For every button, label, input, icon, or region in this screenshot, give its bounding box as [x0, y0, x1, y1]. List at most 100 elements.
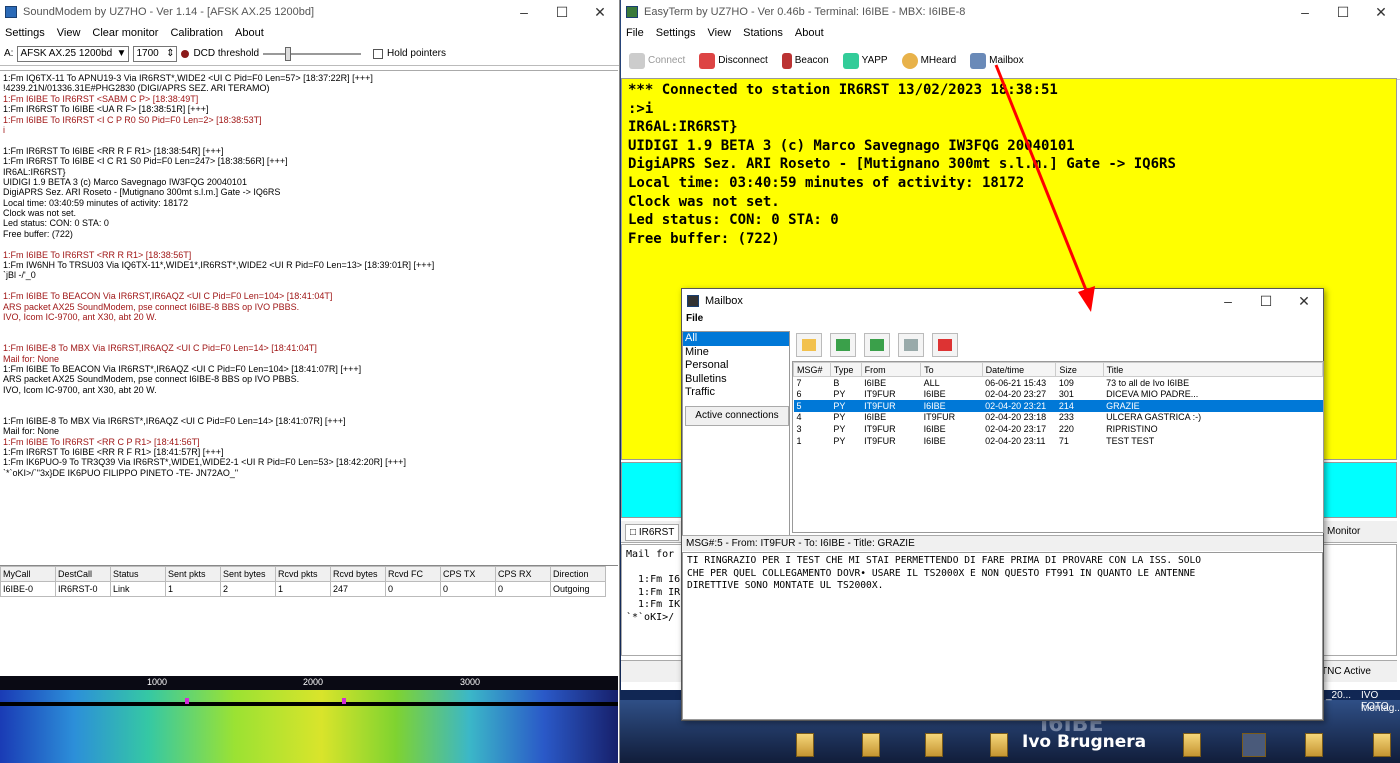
menu-about[interactable]: About: [795, 27, 824, 39]
waterfall-display[interactable]: 1000 2000 3000: [0, 676, 618, 763]
folder-icon[interactable]: [862, 733, 880, 757]
column-header[interactable]: To: [920, 362, 983, 377]
folder-item[interactable]: Personal: [683, 359, 789, 373]
message-row[interactable]: 4 PY I6IBE IT9FUR 02-04-20 23:18 233 ULCERA GA…: [794, 412, 1323, 424]
column-header[interactable]: CPS TX: [440, 566, 496, 582]
menu-calibration[interactable]: Calibration: [170, 27, 223, 39]
column-header[interactable]: MyCall: [0, 566, 56, 582]
minimize-button[interactable]: –: [505, 4, 543, 20]
new-message-button[interactable]: [796, 333, 822, 357]
folder-item[interactable]: Bulletins: [683, 373, 789, 387]
menu-stations[interactable]: Stations: [743, 27, 783, 39]
column-header[interactable]: From: [860, 362, 922, 377]
menu-settings[interactable]: Settings: [656, 27, 696, 39]
menu-file[interactable]: File: [682, 313, 1323, 329]
frequency-spinner[interactable]: 1700 ⇕: [133, 45, 178, 62]
beacon-button[interactable]: Beacon: [781, 52, 829, 69]
column-header[interactable]: Rcvd bytes: [330, 566, 386, 582]
folder-icon[interactable]: [1373, 733, 1391, 757]
column-header[interactable]: Type: [829, 362, 862, 377]
soundmodem-titlebar[interactable]: SoundModem by UZ7HO - Ver 1.14 - [AFSK A…: [0, 0, 619, 24]
column-header[interactable]: Date/time: [981, 362, 1057, 377]
terminal-line: Clock was not set.: [628, 193, 780, 210]
mailbox-button[interactable]: Mailbox: [970, 52, 1024, 69]
dcd-threshold-slider[interactable]: [263, 45, 362, 63]
delete-button[interactable]: [932, 333, 958, 357]
connect-button[interactable]: Connect: [629, 52, 685, 69]
mode-select[interactable]: AFSK AX.25 1200bd ▼: [17, 45, 130, 62]
close-button[interactable]: ✕: [1362, 4, 1400, 21]
log-line: 1:Fm I6IBE To BEACON Via IR6RST*,IR6AQZ …: [3, 363, 362, 374]
close-button[interactable]: ✕: [581, 4, 619, 21]
message-cell: IT9FUR: [923, 412, 956, 423]
folder-icon[interactable]: [990, 733, 1008, 757]
maximize-button[interactable]: ☐: [1324, 4, 1362, 21]
column-header[interactable]: CPS RX: [495, 566, 551, 582]
waterfall-spectrum[interactable]: [0, 690, 618, 763]
folder-item[interactable]: Traffic: [683, 386, 789, 400]
minimize-button[interactable]: –: [1286, 4, 1324, 20]
forward-button[interactable]: [864, 333, 890, 357]
log-line: 1:Fm I6IBE-8 To MBX Via IR6RST,IR6AQZ <U…: [3, 343, 317, 354]
tab-station[interactable]: □ IR6RST: [625, 524, 680, 541]
table-row[interactable]: I6IBE-0 IR6RST-0 Link 1 2 1 247 0 0 0 Outgoing: [0, 581, 606, 597]
message-cell: I6IBE: [864, 377, 887, 388]
active-connections-button[interactable]: Active connections: [685, 406, 789, 426]
column-header[interactable]: DestCall: [55, 566, 111, 582]
message-row[interactable]: 7 B I6IBE ALL 06-06-21 15:43 109 73 to all de …: [794, 377, 1323, 389]
message-cell: DICEVA MIO PADRE...: [1106, 389, 1199, 400]
disconnect-label: Disconnect: [718, 55, 768, 66]
folder-icon[interactable]: [1183, 733, 1201, 757]
column-header[interactable]: Size: [1055, 362, 1104, 377]
maximize-button[interactable]: ☐: [543, 4, 581, 21]
column-header[interactable]: Title: [1102, 362, 1324, 377]
folder-icon[interactable]: [796, 733, 814, 757]
message-cell: 71: [1058, 435, 1069, 446]
message-row[interactable]: 1 PY IT9FUR I6IBE 02-04-20 23:11 71 TEST TEST: [794, 435, 1323, 447]
menu-file[interactable]: File: [626, 27, 644, 39]
message-row[interactable]: 6 PY IT9FUR I6IBE 02-04-20 23:27 301 DICEVA MI…: [794, 388, 1323, 400]
yapp-button[interactable]: YAPP: [842, 52, 888, 69]
menu-settings[interactable]: Settings: [5, 27, 45, 39]
minimize-button[interactable]: –: [1209, 293, 1247, 309]
desktop-label[interactable]: Montag...: [1361, 703, 1400, 714]
message-row[interactable]: 3 PY IT9FUR I6IBE 02-04-20 23:17 220 RIPRISTIN…: [794, 423, 1323, 435]
column-header[interactable]: Sent bytes: [220, 566, 276, 582]
maximize-button[interactable]: ☐: [1247, 293, 1285, 310]
menu-view[interactable]: View: [707, 27, 731, 39]
mailbox-label: Mailbox: [989, 55, 1024, 66]
tab-monitor[interactable]: Monitor: [1323, 524, 1364, 539]
spin-arrows-icon[interactable]: ⇕: [166, 48, 174, 59]
disconnect-button[interactable]: Disconnect: [699, 52, 768, 69]
mailbox-titlebar[interactable]: Mailbox – ☐ ✕: [682, 289, 1323, 313]
log-line: 1:Fm IR6RST To I6IBE <UA R F> [18:38:51R…: [3, 104, 209, 115]
close-button[interactable]: ✕: [1285, 293, 1323, 310]
folder-item[interactable]: Mine: [683, 346, 789, 360]
folder-item[interactable]: All: [683, 332, 789, 346]
document-icon: □: [630, 527, 637, 538]
desktop-label[interactable]: _20...: [1326, 690, 1351, 701]
column-header[interactable]: Rcvd pkts: [275, 566, 331, 582]
column-header[interactable]: Direction: [550, 566, 606, 582]
forward-icon: [870, 339, 884, 351]
column-header[interactable]: Sent pkts: [165, 566, 221, 582]
menu-clear-monitor[interactable]: Clear monitor: [92, 27, 158, 39]
mheard-button[interactable]: MHeard: [901, 52, 956, 69]
reply-button[interactable]: [830, 333, 856, 357]
easyterm-titlebar[interactable]: EasyTerm by UZ7HO - Ver 0.46b - Terminal…: [621, 0, 1400, 24]
menu-about[interactable]: About: [235, 27, 264, 39]
column-header[interactable]: MSG#: [793, 362, 831, 377]
monitor-log[interactable]: 1:Fm IQ6TX-11 To APNU19-3 Via IR6RST*,WI…: [0, 70, 618, 564]
folder-icon[interactable]: [1305, 733, 1323, 757]
print-button[interactable]: [898, 333, 924, 357]
image-file-icon[interactable]: [1242, 733, 1266, 757]
column-header[interactable]: Rcvd FC: [385, 566, 441, 582]
hold-pointers-checkbox[interactable]: [373, 48, 384, 59]
folder-icon[interactable]: [925, 733, 943, 757]
message-body[interactable]: TI RINGRAZIO PER I TEST CHE MI STAI PERM…: [682, 552, 1323, 720]
menu-view[interactable]: View: [57, 27, 81, 39]
message-row[interactable]: 5 PY IT9FUR I6IBE 02-04-20 23:21 214 GRAZIE: [793, 399, 1323, 412]
column-header[interactable]: Status: [110, 566, 166, 582]
